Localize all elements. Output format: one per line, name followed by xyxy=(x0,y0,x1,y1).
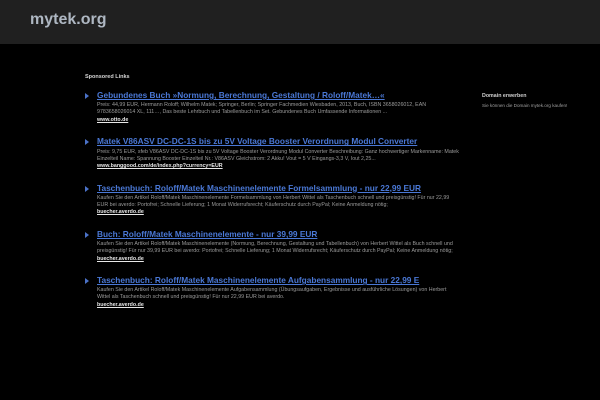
ad-title-link[interactable]: Taschenbuch: Roloff/Matek Maschineneleme… xyxy=(97,183,460,193)
ad-url-link[interactable]: buecher.averdo.de xyxy=(97,209,460,215)
ad-description: Kaufen Sie den Artikel Roloff/Matek Masc… xyxy=(97,241,453,255)
domain-sale-title[interactable]: Domain erwerben xyxy=(482,93,526,99)
header-bar: mytek.org xyxy=(0,0,600,44)
ad-url-link[interactable]: buecher.averdo.de xyxy=(97,256,460,262)
site-logo[interactable]: mytek.org xyxy=(30,11,106,29)
domain-sale-text: Sie können die Domain mytek.org kaufen! xyxy=(482,103,568,108)
sponsored-links-heading: Sponsored Links xyxy=(85,74,130,80)
ad-description: Preis: 9,75 EUR, sfeb V86ASV DC-DC-1S bi… xyxy=(97,148,459,162)
ad-url-link[interactable]: buecher.averdo.de xyxy=(97,302,460,308)
ad-url-link[interactable]: www.banggood.com/de/index.php?currency=E… xyxy=(97,163,460,169)
ad-description: Preis: 44,99 EUR, Hermann Roloff; Wilhel… xyxy=(97,102,427,116)
ad-title-link[interactable]: Gebundenes Buch »Normung, Berechnung, Ge… xyxy=(97,90,460,100)
ad-item: Taschenbuch: Roloff/Matek Maschineneleme… xyxy=(85,275,460,308)
arrow-icon xyxy=(85,185,89,192)
ad-item: Taschenbuch: Roloff/Matek Maschineneleme… xyxy=(85,183,460,215)
ad-title-link[interactable]: Matek V86ASV DC-DC-1S bis zu 5V Voltage … xyxy=(97,136,460,146)
ad-title-link[interactable]: Taschenbuch: Roloff/Matek Maschineneleme… xyxy=(97,275,460,285)
ad-description: Kaufen Sie den Artikel Roloff/Matek Masc… xyxy=(97,194,450,208)
ad-list: Gebundenes Buch »Normung, Berechnung, Ge… xyxy=(85,90,460,322)
arrow-icon xyxy=(85,278,89,285)
arrow-icon xyxy=(85,139,89,146)
arrow-icon xyxy=(85,93,89,99)
ad-item: Buch: Roloff/Matek Maschinenelemente - n… xyxy=(85,229,460,262)
ad-item: Matek V86ASV DC-DC-1S bis zu 5V Voltage … xyxy=(85,136,460,169)
ad-url-link[interactable]: www.otto.de xyxy=(97,117,460,123)
ad-description: Kaufen Sie den Artikel Roloff/Matek Masc… xyxy=(97,287,447,301)
arrow-icon xyxy=(85,231,89,238)
ad-title-link[interactable]: Buch: Roloff/Matek Maschinenelemente - n… xyxy=(97,229,460,239)
ad-item: Gebundenes Buch »Normung, Berechnung, Ge… xyxy=(85,90,460,123)
